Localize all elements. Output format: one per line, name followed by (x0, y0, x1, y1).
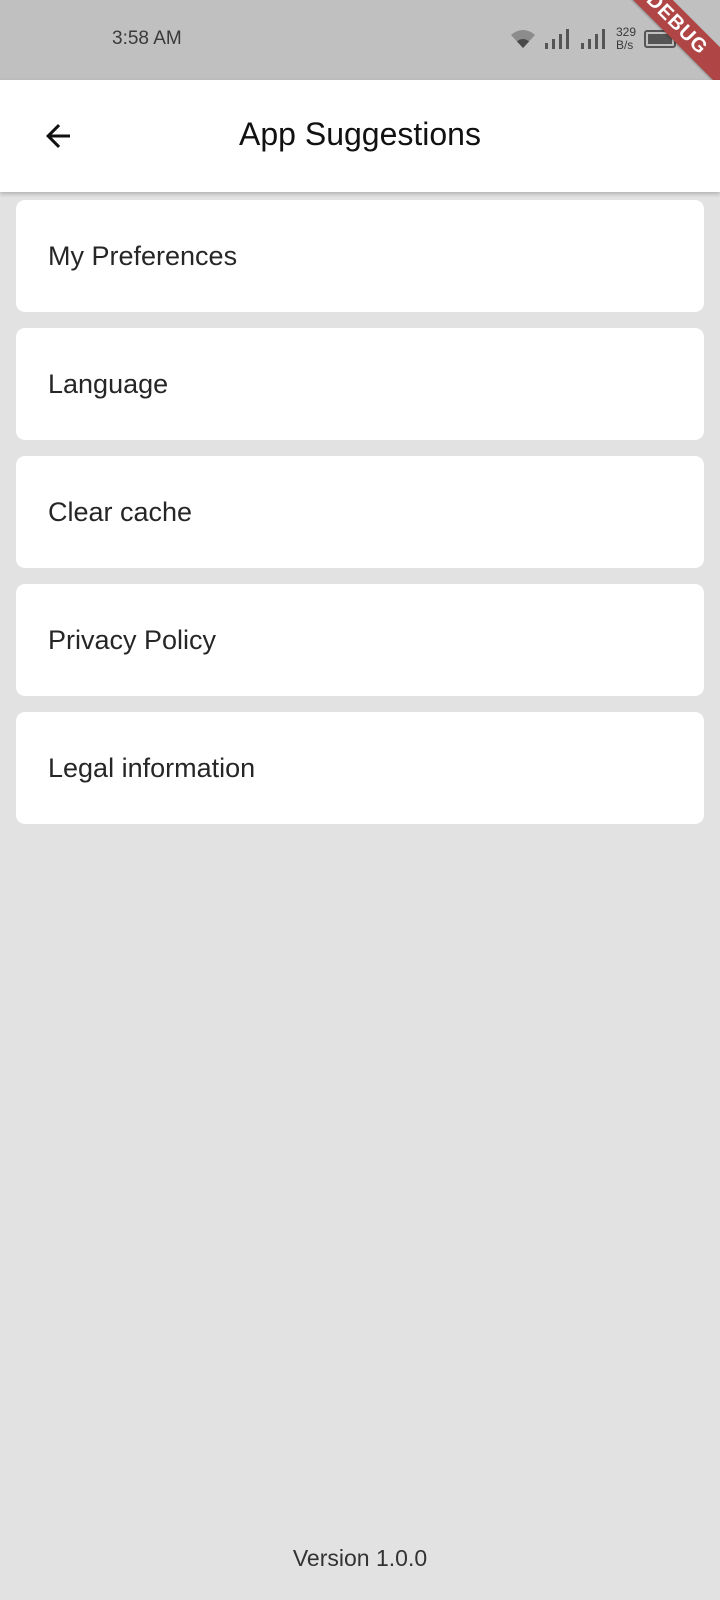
settings-menu-list: My Preferences Language Clear cache Priv… (16, 200, 704, 840)
version-label: Version 1.0.0 (292, 1545, 428, 1571)
menu-item-legal-information[interactable]: Legal information (16, 712, 704, 824)
app-bar: App Suggestions (0, 80, 720, 192)
status-bar: 3:58 AM 329 B/s DEBUG (0, 0, 720, 80)
signal-icon (544, 29, 569, 49)
menu-item-clear-cache[interactable]: Clear cache (16, 456, 704, 568)
wifi-icon (510, 30, 535, 48)
menu-item-privacy-policy[interactable]: Privacy Policy (16, 584, 704, 696)
network-speed: 329 B/s (616, 26, 636, 52)
network-speed-unit: B/s (615, 38, 634, 52)
status-icons: 329 B/s (510, 24, 680, 54)
menu-item-language[interactable]: Language (16, 328, 704, 440)
page-title: App Suggestions (239, 116, 481, 152)
status-time: 3:58 AM (112, 28, 182, 49)
menu-item-my-preferences[interactable]: My Preferences (16, 200, 704, 312)
signal-icon (580, 29, 605, 49)
